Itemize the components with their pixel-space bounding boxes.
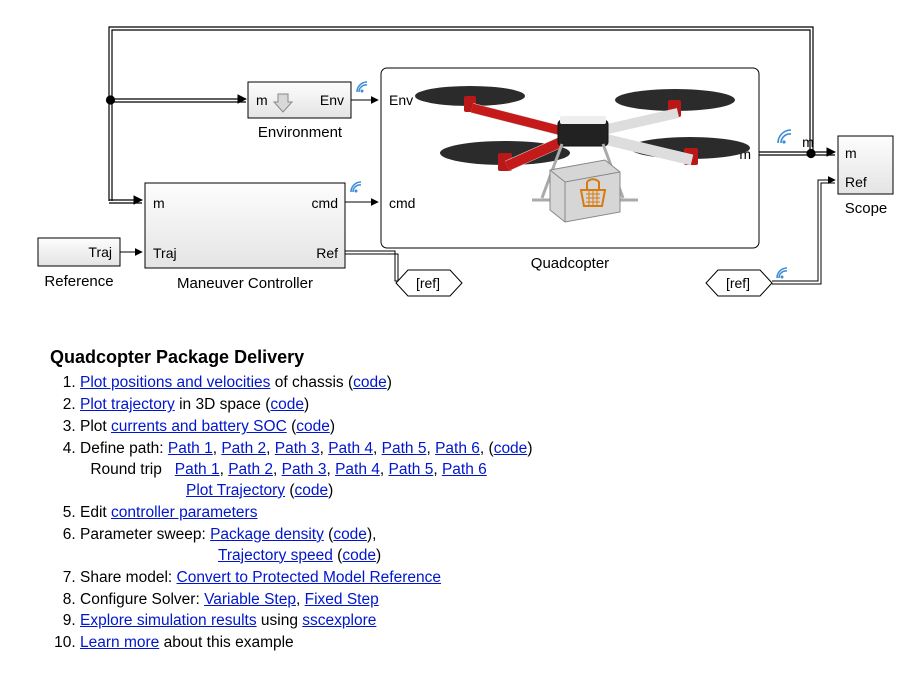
item-2: Plot trajectory in 3D space (code) [80, 395, 870, 416]
port-ref: Ref [845, 174, 867, 190]
item-4-plot: Plot Trajectory (code) [80, 481, 870, 502]
link-plot-pos-vel[interactable]: Plot positions and velocities [80, 374, 270, 391]
link-plot-trajectory[interactable]: Plot Trajectory [186, 482, 285, 499]
link-controller-params[interactable]: controller parameters [111, 504, 257, 521]
link-code-6b[interactable]: code [342, 547, 376, 564]
link-rpath4[interactable]: Path 4 [335, 461, 380, 478]
logging-icon [777, 268, 787, 279]
maneuver-label: Maneuver Controller [177, 275, 313, 292]
signal-m-label: m [802, 134, 814, 150]
link-code-4b[interactable]: code [295, 482, 329, 499]
port-cmd: cmd [389, 195, 415, 211]
item-9: Explore simulation results using sscexpl… [80, 611, 870, 632]
link-rpath2[interactable]: Path 2 [228, 461, 273, 478]
maneuver-controller-block[interactable]: m Traj cmd Ref [145, 183, 345, 268]
item-5: Edit controller parameters [80, 503, 870, 524]
quadcopter-label: Quadcopter [531, 255, 609, 272]
logging-icon [351, 182, 361, 193]
item-10: Learn more about this example [80, 633, 870, 654]
link-protected-ref[interactable]: Convert to Protected Model Reference [177, 569, 442, 586]
link-sscexplore[interactable]: sscexplore [302, 612, 376, 629]
link-path5[interactable]: Path 5 [382, 440, 427, 457]
port-cmd: cmd [312, 195, 338, 211]
item-4: Define path: Path 1, Path 2, Path 3, Pat… [80, 439, 870, 502]
port-env: Env [389, 92, 413, 108]
link-traj-speed[interactable]: Trajectory speed [218, 547, 333, 564]
reference-label: Reference [44, 273, 113, 290]
reference-block[interactable]: Traj [38, 238, 120, 266]
link-path3[interactable]: Path 3 [275, 440, 320, 457]
item-6: Parameter sweep: Package density (code),… [80, 525, 870, 567]
signal-ref-to-scope [772, 180, 835, 284]
item-3: Plot currents and battery SOC (code) [80, 417, 870, 438]
link-learn-more[interactable]: Learn more [80, 634, 159, 651]
link-fixed-step[interactable]: Fixed Step [305, 591, 379, 608]
quadcopter-block[interactable]: Env cmd m [381, 68, 759, 248]
heading: Quadcopter Package Delivery [50, 345, 870, 369]
port-traj: Traj [88, 244, 112, 260]
svg-text:[ref]: [ref] [726, 275, 750, 291]
port-m: m [845, 145, 857, 161]
svg-text:[ref]: [ref] [416, 275, 440, 291]
link-rpath6[interactable]: Path 6 [442, 461, 487, 478]
logging-icon [778, 130, 791, 144]
environment-block[interactable]: m Env [248, 82, 351, 118]
port-traj: Traj [153, 245, 177, 261]
item-4-roundtrip: Round trip Path 1, Path 2, Path 3, Path … [80, 460, 870, 481]
link-code-6a[interactable]: code [333, 526, 367, 543]
scope-label: Scope [845, 200, 888, 217]
port-ref: Ref [316, 245, 338, 261]
link-code-1[interactable]: code [353, 374, 387, 391]
link-path1[interactable]: Path 1 [168, 440, 213, 457]
item-8: Configure Solver: Variable Step, Fixed S… [80, 590, 870, 611]
link-rpath5[interactable]: Path 5 [389, 461, 434, 478]
environment-label: Environment [258, 124, 343, 141]
link-code-4[interactable]: code [494, 440, 528, 457]
signal-ref-out [345, 251, 406, 284]
port-m: m [256, 92, 268, 108]
link-path6[interactable]: Path 6 [435, 440, 480, 457]
from-ref-out[interactable]: [ref] [706, 270, 772, 296]
link-code-2[interactable]: code [270, 396, 304, 413]
scope-block[interactable]: m Ref [838, 136, 893, 194]
link-explore-results[interactable]: Explore simulation results [80, 612, 257, 629]
port-m: m [153, 195, 165, 211]
link-path2[interactable]: Path 2 [221, 440, 266, 457]
logging-icon [357, 82, 367, 93]
link-plot-traj[interactable]: Plot trajectory [80, 396, 175, 413]
description-panel: Quadcopter Package Delivery Plot positio… [50, 345, 870, 655]
port-env: Env [320, 92, 344, 108]
link-path4[interactable]: Path 4 [328, 440, 373, 457]
link-variable-step[interactable]: Variable Step [204, 591, 296, 608]
simulink-diagram: Traj Reference m Env Environment m Traj … [0, 0, 921, 340]
link-code-3[interactable]: code [296, 418, 330, 435]
link-rpath3[interactable]: Path 3 [282, 461, 327, 478]
link-package-density[interactable]: Package density [210, 526, 324, 543]
link-rpath1[interactable]: Path 1 [175, 461, 220, 478]
item-7: Share model: Convert to Protected Model … [80, 568, 870, 589]
goto-ref-in[interactable]: [ref] [396, 270, 462, 296]
link-currents-soc[interactable]: currents and battery SOC [111, 418, 287, 435]
item-6-line2: Trajectory speed (code) [80, 546, 870, 567]
item-1: Plot positions and velocities of chassis… [80, 373, 870, 394]
